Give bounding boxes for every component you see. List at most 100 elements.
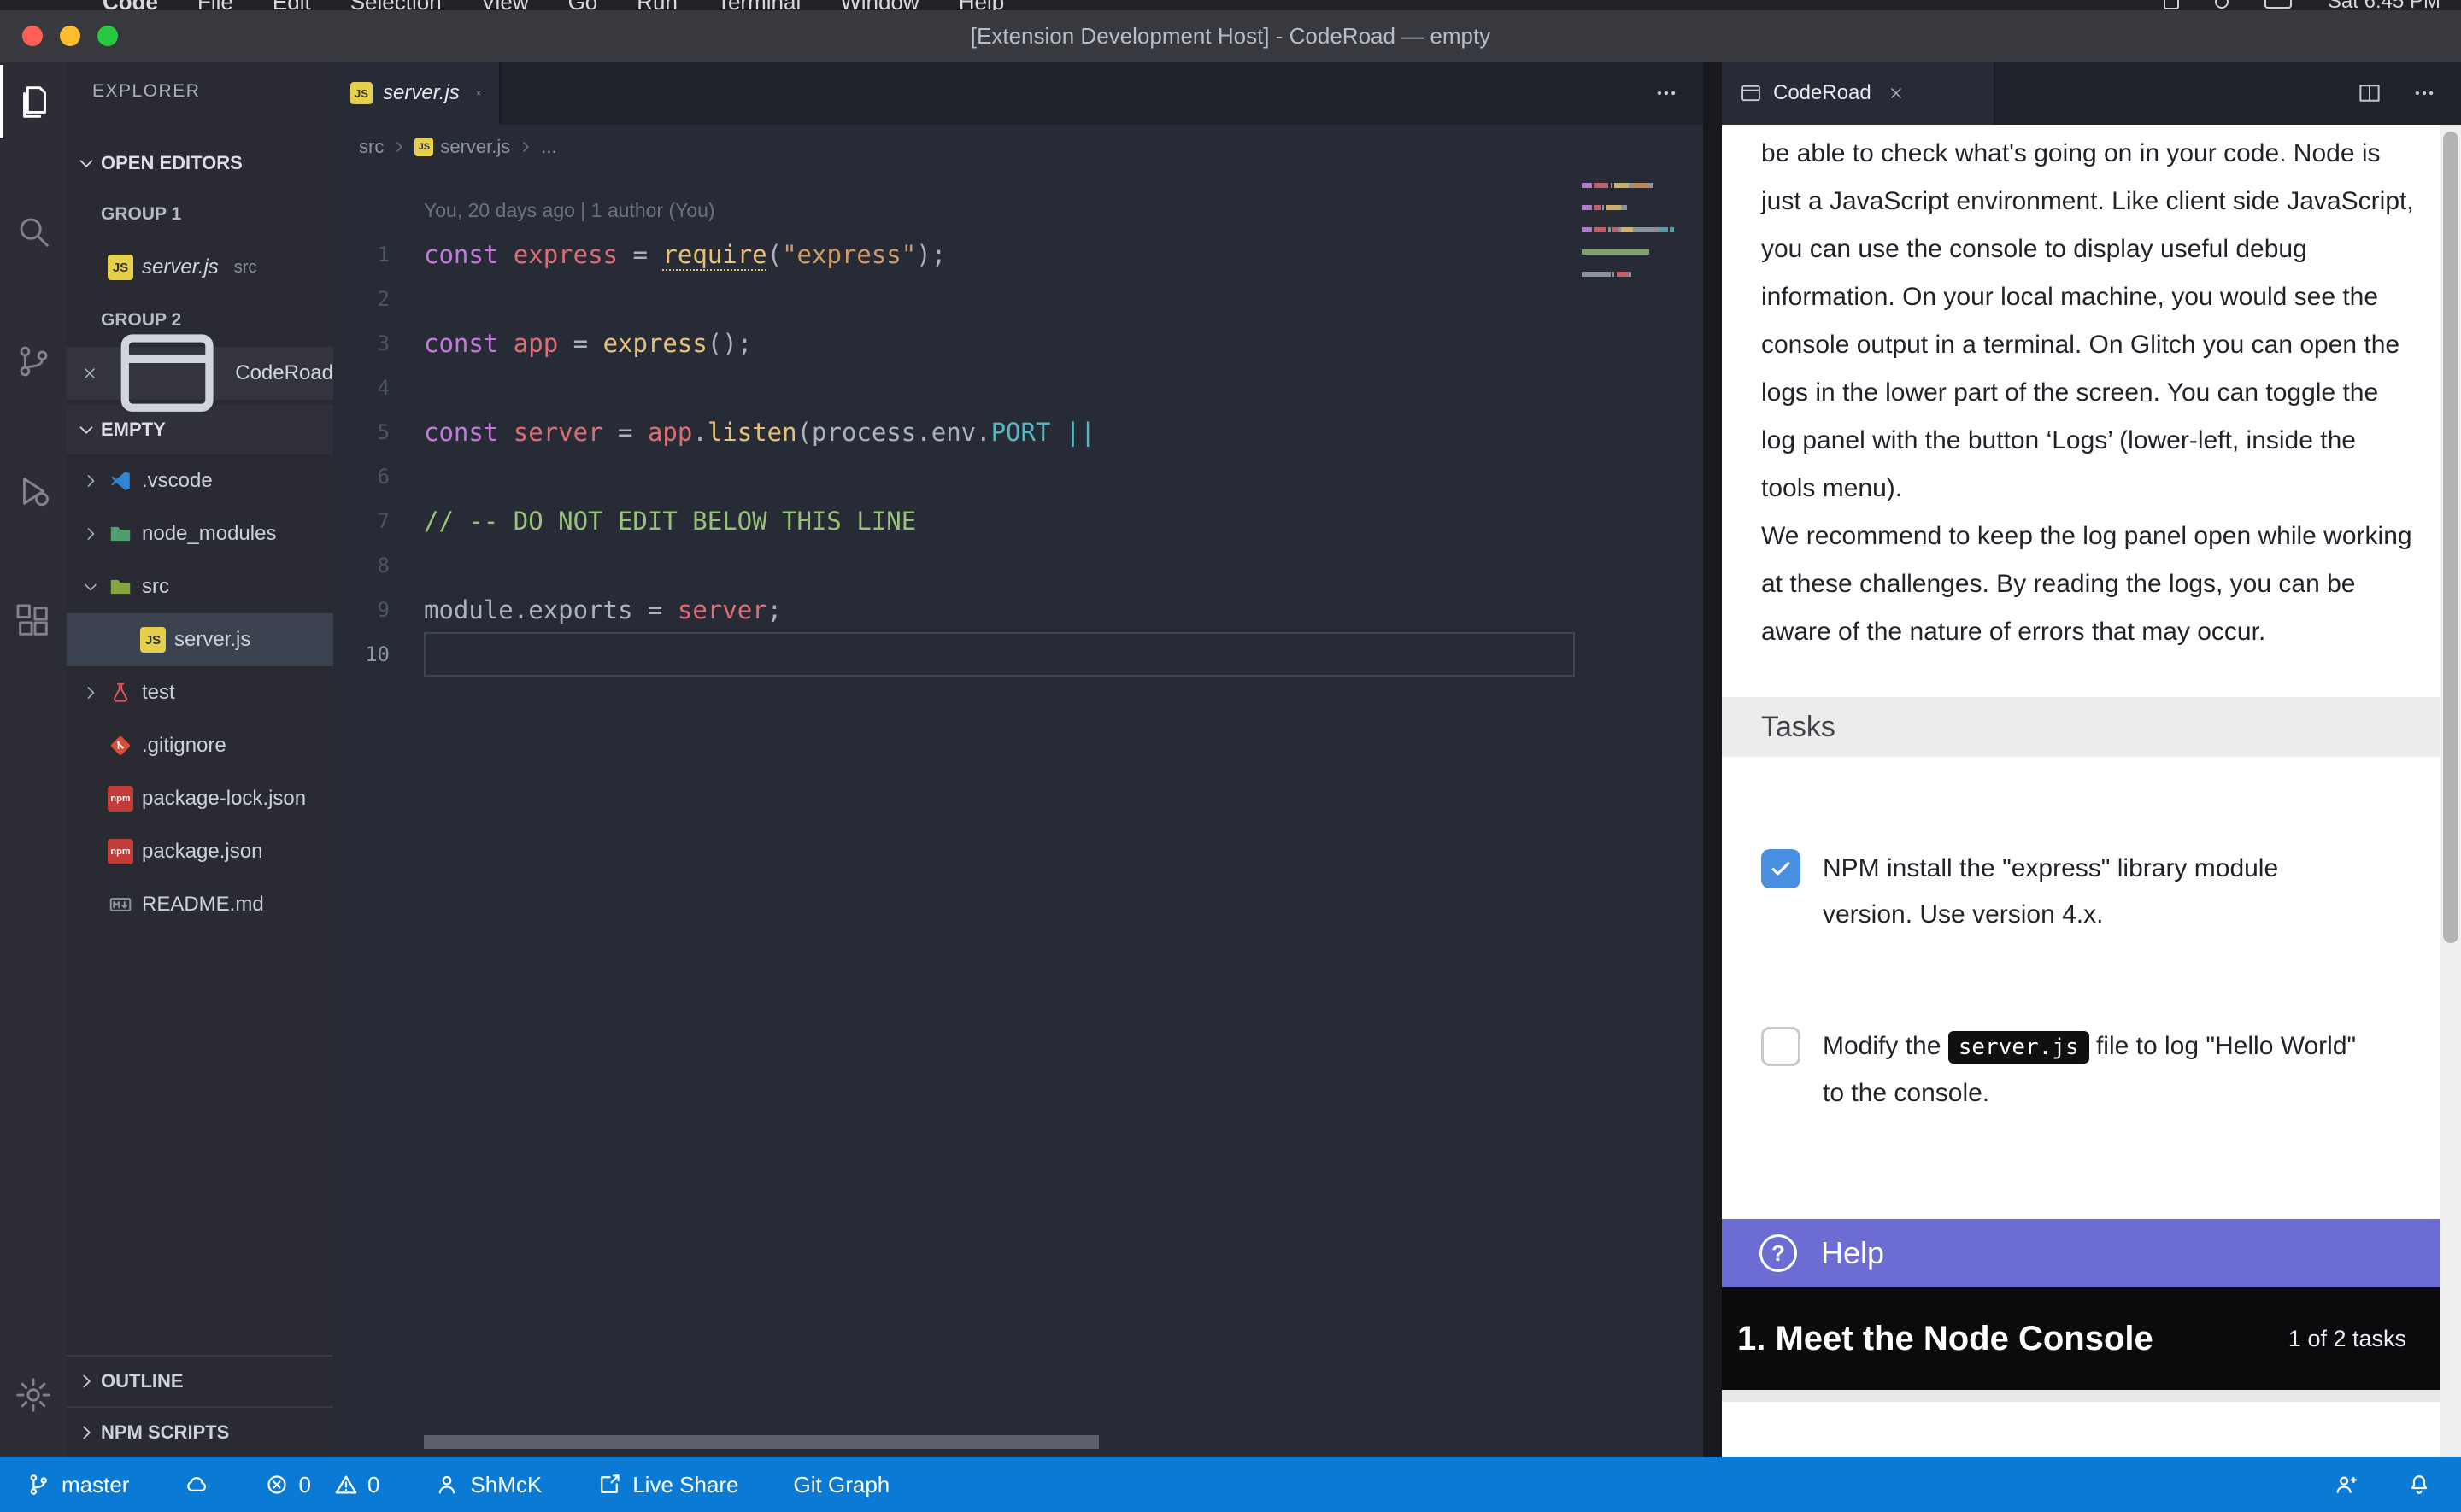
tree-item-package-json[interactable]: npmpackage.json <box>67 825 333 878</box>
status-git-branch[interactable]: master <box>26 1457 129 1512</box>
split-editor-icon[interactable] <box>2357 80 2382 106</box>
tree-item-package-lock-json[interactable]: npmpackage-lock.json <box>67 772 333 825</box>
status-live-share[interactable]: Live Share <box>596 1457 738 1512</box>
tree-item-label: README.md <box>142 893 264 917</box>
gitlens-blame-annotation: You, 20 days ago | 1 author (You) <box>424 188 1575 232</box>
lesson-paragraph: We recommend to keep the log panel open … <box>1761 513 2417 656</box>
menubar-status-icon[interactable] <box>2164 0 2179 9</box>
activitybar-run-debug[interactable] <box>0 454 67 528</box>
task-checkbox-checked[interactable] <box>1761 849 1800 888</box>
sidebar-section-outline[interactable]: OUTLINE <box>67 1355 333 1406</box>
menubar-item-help[interactable]: Help <box>959 0 1004 10</box>
webview-scrollbar[interactable] <box>2440 125 2461 1457</box>
activitybar-explorer[interactable] <box>0 65 67 138</box>
close-icon[interactable] <box>475 84 482 103</box>
open-editor-server-js[interactable]: JSserver.jssrc <box>67 241 333 294</box>
code-line-text[interactable] <box>424 277 1575 321</box>
tab-server-js[interactable]: JS server.js <box>333 62 501 125</box>
close-window-button[interactable] <box>22 26 43 46</box>
tree-item-label: .vscode <box>142 469 213 493</box>
task-text: Modify the server.js file to log "Hello … <box>1823 1023 2361 1116</box>
code-line-text[interactable] <box>424 543 1575 588</box>
status-label: Live Share <box>632 1472 738 1498</box>
coderoad-editor-group: CodeRoad be able to check what's going o… <box>1722 62 2461 1457</box>
status-git-graph[interactable]: Git Graph <box>794 1457 890 1512</box>
activitybar-source-control[interactable] <box>0 325 67 398</box>
tree-item--gitignore[interactable]: .gitignore <box>67 719 333 772</box>
activitybar-extensions[interactable] <box>0 584 67 658</box>
tree-item-label: src <box>142 575 169 599</box>
help-section[interactable]: ? Help <box>1722 1219 2440 1287</box>
battery-icon[interactable] <box>2264 0 2292 9</box>
code-line-text[interactable]: const server = app.listen(process.env.PO… <box>424 410 1575 454</box>
zoom-window-button[interactable] <box>97 26 118 46</box>
lesson-header[interactable]: 1. Meet the Node Console 1 of 2 tasks <box>1722 1287 2440 1390</box>
code-line-text[interactable] <box>424 454 1575 499</box>
menubar-item-file[interactable]: File <box>197 0 233 10</box>
menubar-clock[interactable]: Sat 6:45 PM <box>2328 0 2440 10</box>
check-icon <box>1768 856 1794 882</box>
tree-item-server-js[interactable]: JSserver.js <box>67 613 333 666</box>
status-shmck-account[interactable]: ShMcK <box>434 1457 542 1512</box>
scrollbar-thumb[interactable] <box>2443 132 2458 943</box>
open-editors-header[interactable]: OPEN EDITORS <box>67 138 333 188</box>
open-editor-coderoad[interactable]: CodeRoad <box>67 347 333 400</box>
minimap[interactable] <box>1582 183 1695 294</box>
chevron-right-icon <box>391 138 408 155</box>
share-icon <box>596 1472 622 1497</box>
explorer-sidebar: EXPLORER OPEN EDITORSGROUP 1JSserver.jss… <box>67 62 333 1457</box>
code-line-text[interactable] <box>424 632 1575 677</box>
close-icon[interactable] <box>1887 84 1906 103</box>
minimap-line <box>1582 238 1695 243</box>
breadcrumb-item-src[interactable]: src <box>359 136 384 158</box>
chevron-down-icon <box>75 152 97 174</box>
section-label: OUTLINE <box>101 1370 184 1392</box>
code-line-4: 4 <box>333 366 1575 410</box>
task-checkbox-unchecked[interactable] <box>1761 1027 1800 1066</box>
line-number: 4 <box>333 376 390 400</box>
line-number: 6 <box>333 465 390 489</box>
tree-item-node_modules[interactable]: node_modules <box>67 507 333 560</box>
folder-src-icon <box>108 574 133 600</box>
menubar-item-selection[interactable]: Selection <box>350 0 442 10</box>
tree-item--vscode[interactable]: .vscode <box>67 454 333 507</box>
horizontal-scrollbar[interactable] <box>424 1435 1099 1449</box>
menubar-item-code[interactable]: Code <box>103 0 158 10</box>
code-line-text[interactable]: const express = require("express"); <box>424 232 1575 277</box>
code-editor[interactable]: You, 20 days ago | 1 author (You)1const … <box>333 169 1703 1457</box>
panel-actions-more-icon[interactable] <box>2411 80 2437 106</box>
tree-item-readme-md[interactable]: README.md <box>67 878 333 931</box>
breadcrumb-item-server-js[interactable]: JSserver.js <box>414 136 510 158</box>
tab-coderoad[interactable]: CodeRoad <box>1722 62 1995 125</box>
code-line-text[interactable]: module.exports = server; <box>424 588 1575 632</box>
activitybar-settings[interactable] <box>0 1358 67 1432</box>
menubar-item-run[interactable]: Run <box>637 0 678 10</box>
editor-split-sash[interactable] <box>1703 62 1722 1457</box>
menubar-status-icon[interactable] <box>2215 0 2229 9</box>
status-problems[interactable]: 00 <box>264 1457 379 1512</box>
menubar-item-view[interactable]: View <box>481 0 529 10</box>
status-feedback[interactable] <box>2333 1457 2358 1512</box>
menubar-item-edit[interactable]: Edit <box>273 0 311 10</box>
status-notifications[interactable] <box>2406 1457 2432 1512</box>
status-sync[interactable] <box>184 1457 209 1512</box>
minimap-line <box>1582 227 1695 232</box>
code-line-1: 1const express = require("express"); <box>333 232 1575 277</box>
menubar-item-terminal[interactable]: Terminal <box>717 0 801 10</box>
tree-item-test[interactable]: test <box>67 666 333 719</box>
menubar-item-go[interactable]: Go <box>568 0 598 10</box>
code-line-text[interactable] <box>424 366 1575 410</box>
cloud-icon <box>184 1472 209 1497</box>
menubar-item-window[interactable]: Window <box>840 0 919 10</box>
editor-actions-more-icon[interactable] <box>1653 80 1679 106</box>
code-line-text[interactable]: // -- DO NOT EDIT BELOW THIS LINE <box>424 499 1575 543</box>
code-line-text[interactable]: const app = express(); <box>424 321 1575 366</box>
sidebar-section-npm-scripts[interactable]: NPM SCRIPTS <box>67 1406 333 1457</box>
activitybar-search[interactable] <box>0 195 67 268</box>
breadcrumb-item-more[interactable]: ... <box>541 136 556 158</box>
minimize-window-button[interactable] <box>60 26 80 46</box>
close-icon[interactable] <box>80 364 99 383</box>
tree-item-src[interactable]: src <box>67 560 333 613</box>
files-icon <box>15 82 55 121</box>
person-icon <box>434 1472 460 1497</box>
